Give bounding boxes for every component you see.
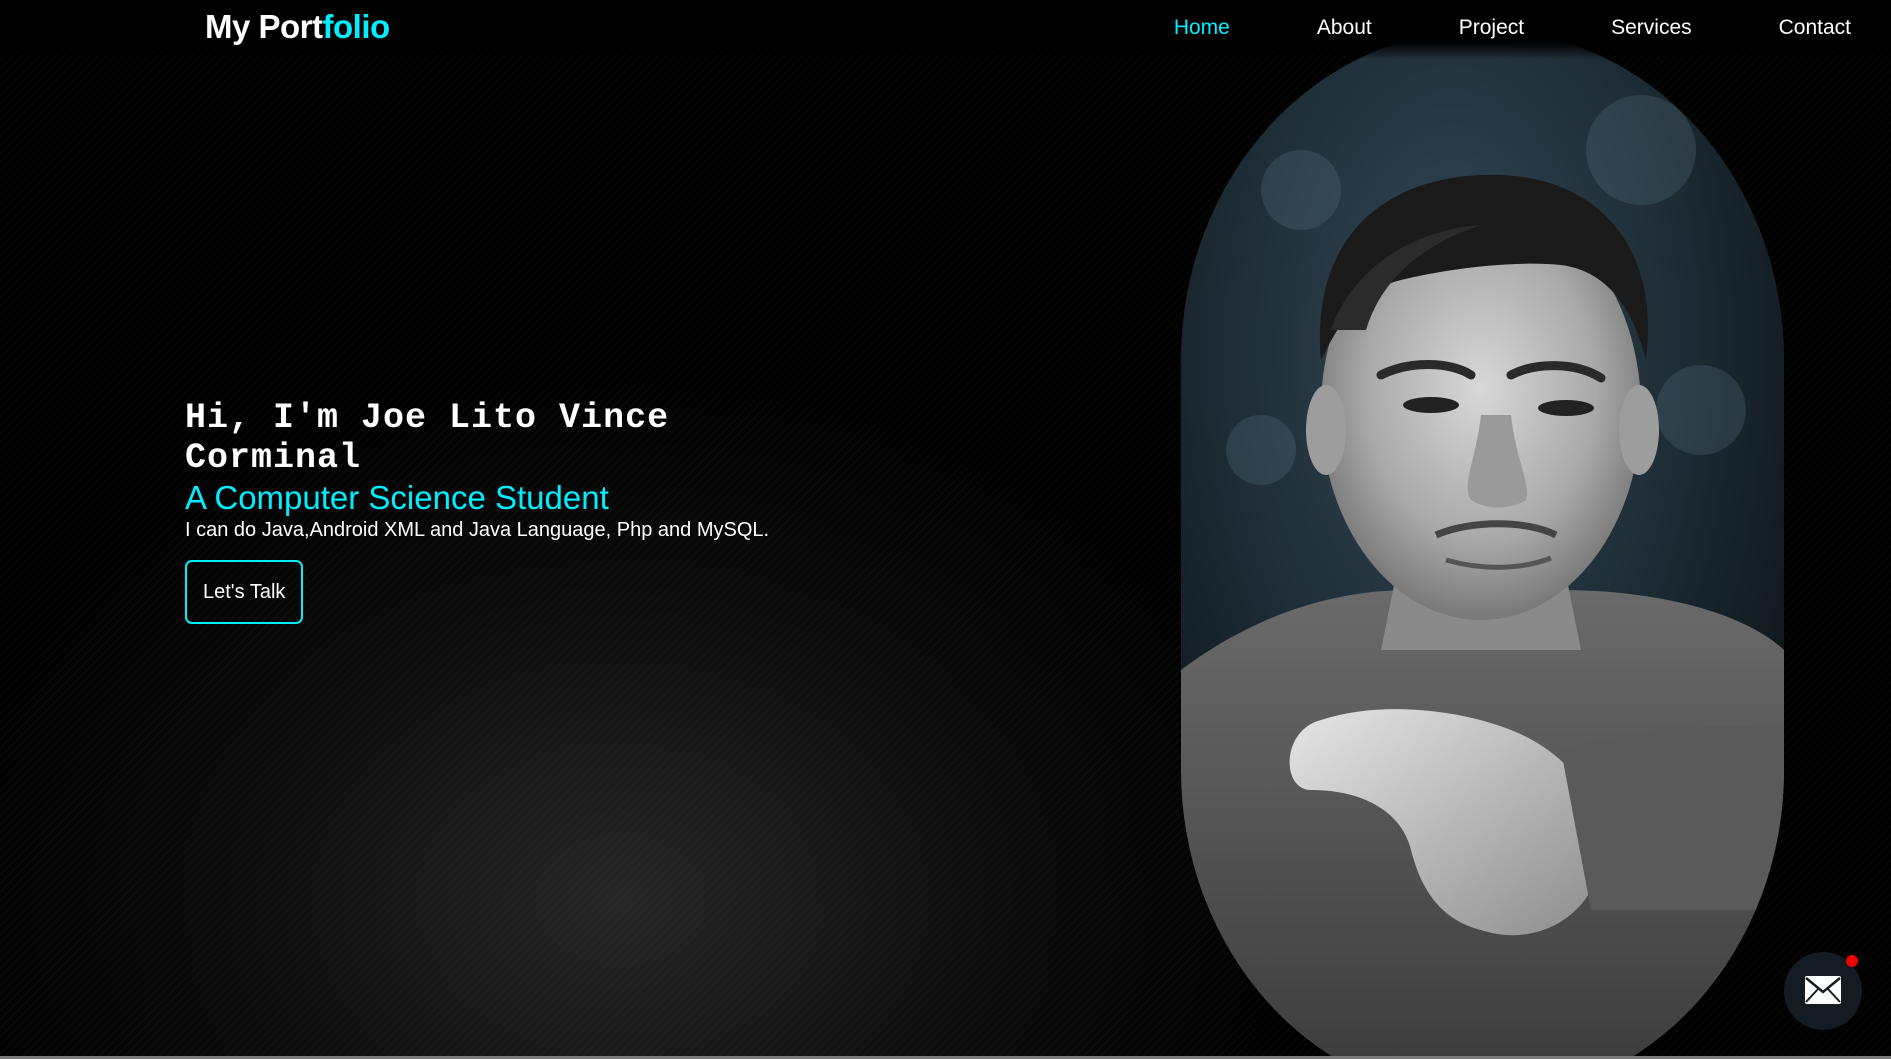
logo-accent: folio — [322, 8, 391, 45]
nav-about[interactable]: About — [1317, 16, 1372, 40]
envelope-icon — [1805, 976, 1841, 1004]
site-header: My Portfolio Home About Project Services… — [0, 0, 1891, 60]
main-nav: Home About Project Services Contact — [1087, 16, 1851, 40]
logo-main: My Port — [205, 8, 323, 45]
nav-services[interactable]: Services — [1611, 16, 1692, 40]
profile-photo — [1181, 30, 1784, 1059]
nav-project[interactable]: Project — [1459, 16, 1524, 40]
hero-section: Hi, I'm Joe Lito Vince Corminal A Comput… — [185, 398, 805, 624]
nav-contact[interactable]: Contact — [1779, 16, 1851, 40]
lets-talk-button[interactable]: Let's Talk — [185, 560, 304, 624]
hero-greeting: Hi, I'm Joe Lito Vince Corminal — [185, 398, 670, 478]
page: My Portfolio Home About Project Services… — [0, 0, 1891, 1059]
site-logo[interactable]: My Portfolio — [205, 8, 390, 46]
profile-photo-illustration — [1181, 30, 1784, 1059]
hero-subtitle: A Computer Science Student — [185, 479, 609, 516]
nav-home[interactable]: Home — [1174, 16, 1230, 40]
hero-description: I can do Java,Android XML and Java Langu… — [185, 519, 770, 541]
mail-button[interactable] — [1784, 952, 1862, 1030]
notification-dot — [1846, 955, 1858, 967]
